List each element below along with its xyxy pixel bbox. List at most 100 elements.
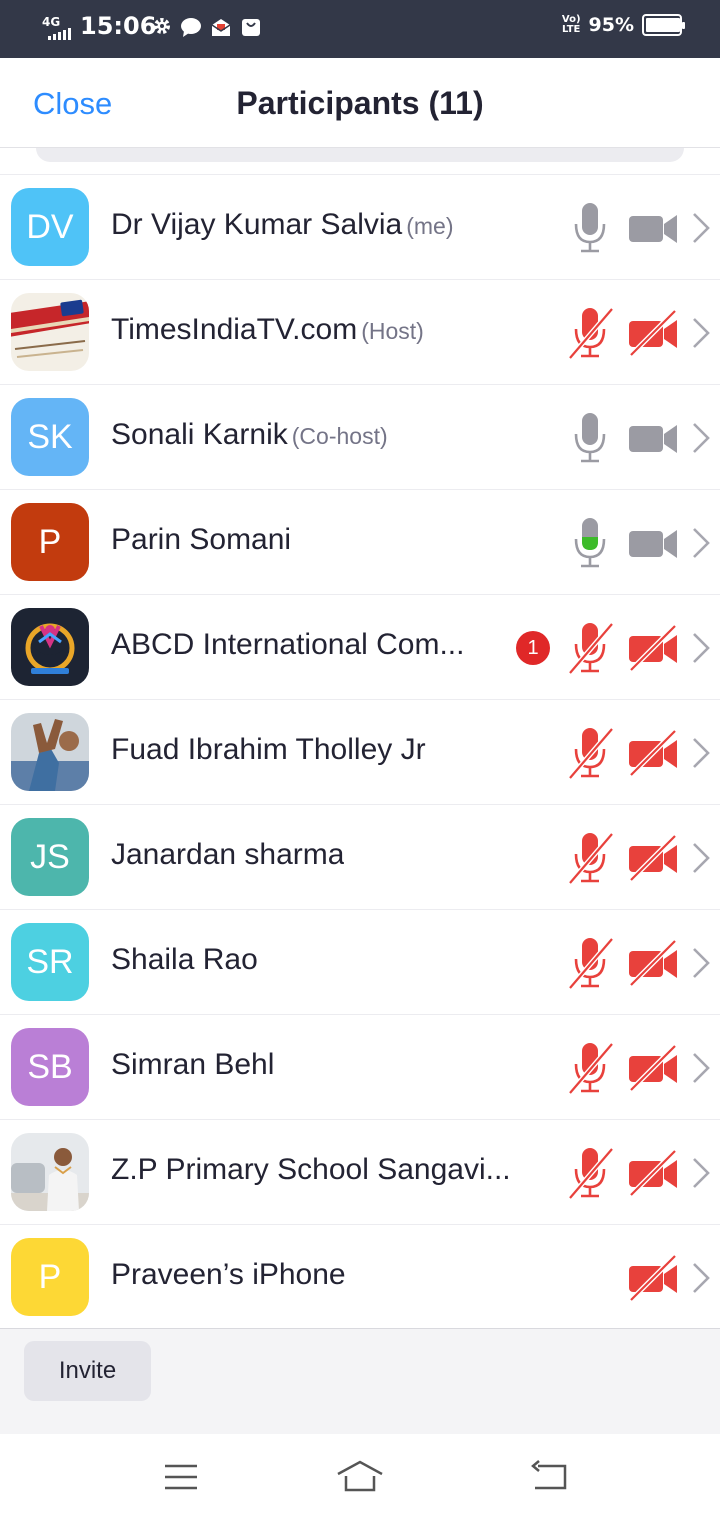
- participant-name: Z.P Primary School Sangavi...: [111, 1153, 511, 1187]
- chevron-right-icon[interactable]: [690, 736, 712, 770]
- status-bar: 4G 15:06 Vo) LTE 95%: [0, 0, 720, 58]
- menu-icon[interactable]: [157, 1458, 207, 1494]
- back-icon[interactable]: [525, 1458, 575, 1494]
- participant-row[interactable]: SB Simran Behl: [0, 1014, 720, 1119]
- participant-name-text: Janardan sharma: [111, 838, 345, 871]
- abcd-logo: [11, 608, 89, 686]
- avatar: [11, 713, 89, 791]
- participant-name-text: Z.P Primary School Sangavi...: [111, 1153, 511, 1186]
- battery-icon: [642, 14, 685, 36]
- participant-list: DV Dr Vijay Kumar Salvia (me) TimesIndiaTV.…: [0, 174, 720, 1329]
- chevron-right-icon[interactable]: [690, 631, 712, 665]
- video-off-icon[interactable]: [627, 310, 681, 356]
- participant-row[interactable]: DV Dr Vijay Kumar Salvia (me): [0, 174, 720, 279]
- network-type: 4G: [42, 15, 61, 29]
- mic-muted-icon[interactable]: [565, 305, 615, 361]
- mic-muted-icon[interactable]: [565, 1040, 615, 1096]
- participants-footer: Invite: [0, 1329, 720, 1434]
- mail-icon: [211, 19, 231, 36]
- chevron-right-icon[interactable]: [690, 1261, 712, 1295]
- chevron-right-icon[interactable]: [690, 1051, 712, 1085]
- video-icon[interactable]: [627, 520, 681, 566]
- participant-name: Parin Somani: [111, 523, 291, 557]
- battery-percentage: 95%: [588, 14, 634, 36]
- video-off-icon[interactable]: [627, 1045, 681, 1091]
- chevron-right-icon[interactable]: [690, 841, 712, 875]
- mic-muted-icon[interactable]: [565, 830, 615, 886]
- chevron-right-icon[interactable]: [690, 316, 712, 350]
- search-bar-edge[interactable]: [36, 148, 684, 162]
- mic-muted-icon[interactable]: [565, 935, 615, 991]
- chevron-right-icon[interactable]: [690, 526, 712, 560]
- participant-role-tag: (me): [406, 213, 454, 239]
- avatar: [11, 1133, 89, 1211]
- video-icon[interactable]: [627, 205, 681, 251]
- video-off-icon[interactable]: [627, 835, 681, 881]
- participant-name: ABCD International Com...: [111, 628, 464, 662]
- participant-row[interactable]: P Parin Somani: [0, 489, 720, 594]
- avatar: [11, 293, 89, 371]
- system-nav-bar: [0, 1434, 720, 1520]
- video-icon[interactable]: [627, 415, 681, 461]
- chat-count-badge: 1: [516, 631, 550, 665]
- clock: 15:06: [80, 12, 157, 40]
- avatar: P: [11, 1238, 89, 1316]
- participant-row[interactable]: Z.P Primary School Sangavi...: [0, 1119, 720, 1224]
- chevron-right-icon[interactable]: [690, 1156, 712, 1190]
- video-off-icon[interactable]: [627, 1255, 681, 1301]
- participant-name-text: Parin Somani: [111, 523, 292, 556]
- participant-name: Janardan sharma: [111, 838, 344, 872]
- timesindia-logo: [11, 293, 89, 371]
- participant-name: Sonali Karnik (Co-host): [111, 418, 388, 452]
- participant-name-text: Dr Vijay Kumar Salvia: [111, 208, 403, 241]
- mic-speaking-icon[interactable]: [565, 515, 615, 571]
- page-title: Participants (11): [236, 85, 484, 121]
- avatar-photo: [11, 1133, 89, 1211]
- participant-name-text: Sonali Karnik: [111, 418, 288, 451]
- avatar: SB: [11, 1028, 89, 1106]
- home-icon[interactable]: [335, 1458, 385, 1494]
- mic-muted-icon[interactable]: [565, 1145, 615, 1201]
- avatar: SK: [11, 398, 89, 476]
- participant-row[interactable]: SR Shaila Rao: [0, 909, 720, 1014]
- chevron-right-icon[interactable]: [690, 211, 712, 245]
- participant-name-text: Shaila Rao: [111, 943, 258, 976]
- signal-icon: 4G: [40, 15, 76, 42]
- participant-row[interactable]: P Praveen’s iPhone: [0, 1224, 720, 1329]
- avatar-photo: [11, 713, 89, 791]
- video-off-icon[interactable]: [627, 730, 681, 776]
- mic-muted-icon[interactable]: [565, 725, 615, 781]
- participant-role-tag: (Host): [361, 318, 424, 344]
- avatar: JS: [11, 818, 89, 896]
- participant-name: Fuad Ibrahim Tholley Jr: [111, 733, 426, 767]
- participant-row[interactable]: Fuad Ibrahim Tholley Jr: [0, 699, 720, 804]
- participant-row[interactable]: JS Janardan sharma: [0, 804, 720, 909]
- avatar: [11, 608, 89, 686]
- participant-row[interactable]: ABCD International Com... 1: [0, 594, 720, 699]
- video-off-icon[interactable]: [627, 625, 681, 671]
- participant-name-text: ABCD International Com...: [111, 628, 465, 661]
- shopping-bag-icon: [242, 19, 260, 36]
- participant-row[interactable]: TimesIndiaTV.com (Host): [0, 279, 720, 384]
- participant-name-text: Praveen’s iPhone: [111, 1258, 346, 1291]
- participant-row[interactable]: SK Sonali Karnik (Co-host): [0, 384, 720, 489]
- gear-icon: [154, 18, 170, 34]
- participant-name: Dr Vijay Kumar Salvia (me): [111, 208, 454, 242]
- invite-button[interactable]: Invite: [24, 1341, 151, 1401]
- volte-indicator: Vo) LTE: [561, 14, 581, 35]
- participant-name-text: TimesIndiaTV.com: [111, 313, 358, 346]
- participants-header: Close Participants (11): [0, 58, 720, 148]
- video-off-icon[interactable]: [627, 1150, 681, 1196]
- chat-bubble-icon: [181, 18, 201, 37]
- chevron-right-icon[interactable]: [690, 421, 712, 455]
- chevron-right-icon[interactable]: [690, 946, 712, 980]
- video-off-icon[interactable]: [627, 940, 681, 986]
- participant-role-tag: (Co-host): [291, 423, 388, 449]
- mic-icon[interactable]: [565, 200, 615, 256]
- mic-muted-icon[interactable]: [565, 620, 615, 676]
- avatar: DV: [11, 188, 89, 266]
- mic-icon[interactable]: [565, 410, 615, 466]
- participant-name: TimesIndiaTV.com (Host): [111, 313, 424, 347]
- participant-name: Praveen’s iPhone: [111, 1258, 346, 1292]
- avatar: P: [11, 503, 89, 581]
